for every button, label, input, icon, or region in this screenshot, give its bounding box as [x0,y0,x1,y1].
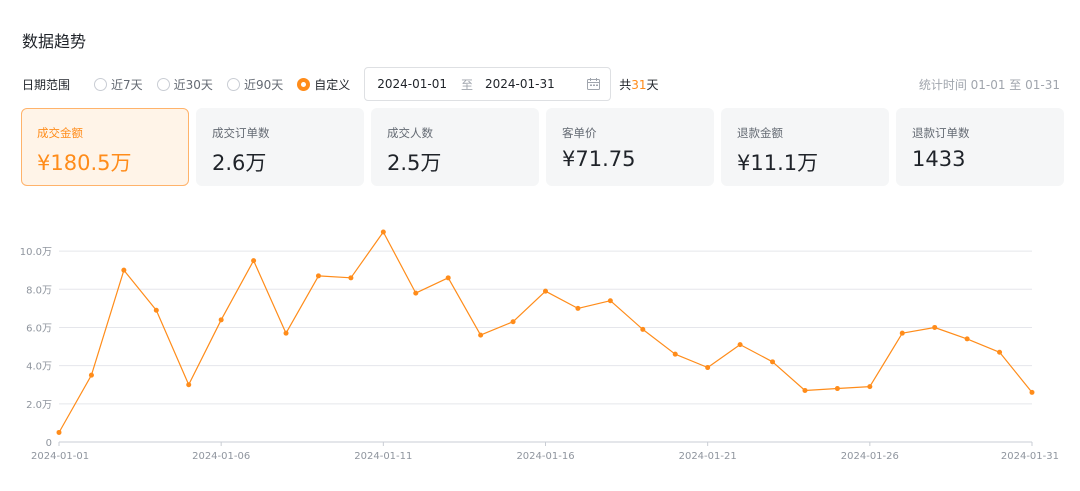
total-days: 共31天 [619,76,658,93]
date-range-label: 日期范围 [22,77,71,92]
metric-value: ¥180.5万 [37,151,132,175]
data-point [283,330,289,336]
data-point [315,273,321,279]
metric-value: 2.6万 [212,151,267,175]
x-tick-label: 2024-01-26 [841,451,899,462]
radio-last-90-days[interactable]: 近90天 [226,76,284,93]
total-suffix: 天 [646,77,659,92]
range-separator: 至 [460,77,473,92]
radio-label: 近90天 [243,77,284,92]
y-tick-label: 2.0万 [26,400,52,411]
data-point [251,258,257,264]
total-days-number: 31 [631,77,647,92]
data-point [186,382,192,388]
section-title: 数据趋势 [22,32,87,51]
start-date-input[interactable]: 2024-01-01 [377,77,447,91]
metric-card-avg-order-value[interactable]: 客单价 ¥71.75 [546,108,714,186]
series-line [58,231,1033,433]
data-point [932,324,938,330]
y-tick-label: 0 [46,438,52,449]
metric-label: 成交金额 [37,126,83,140]
y-tick-label: 8.0万 [26,285,52,296]
radio-circle-icon [226,77,240,91]
data-point [348,275,354,281]
data-point [88,372,94,378]
date-filter-row: 日期范围 近7天 近30天 近90天 自定义 2024-01-01 至 2024… [22,67,1060,101]
data-point [413,290,419,296]
radio-circle-icon [156,77,170,91]
metric-card-refund-orders[interactable]: 退款订单数 1433 [896,108,1064,186]
metric-value: ¥71.75 [562,147,636,171]
metric-cards: 成交金额 ¥180.5万 成交订单数 2.6万 成交人数 2.5万 客单价 ¥7… [21,108,1071,186]
data-point [121,267,127,273]
metric-value: 2.5万 [387,151,442,175]
x-tick-label: 2024-01-16 [516,451,574,462]
data-point [834,386,840,392]
data-point [445,275,451,281]
metric-value: ¥11.1万 [737,151,819,175]
end-date-input[interactable]: 2024-01-31 [485,77,555,91]
metric-value: 1433 [912,147,966,171]
data-point [899,330,905,336]
x-tick-label: 2024-01-01 [31,451,89,462]
x-tick-label: 2024-01-21 [679,451,737,462]
radio-last-30-days[interactable]: 近30天 [156,76,213,93]
metric-card-refund-amount[interactable]: 退款金额 ¥11.1万 [721,108,889,186]
radio-label: 近7天 [111,77,143,92]
data-point [607,298,613,304]
metric-label: 成交订单数 [212,126,270,140]
data-point [867,384,873,390]
data-point [672,351,678,357]
metric-label: 客单价 [562,126,597,140]
metric-label: 成交人数 [387,126,433,140]
data-point [56,429,62,435]
x-tick-label: 2024-01-11 [354,451,412,462]
data-point [575,305,581,311]
data-trend-panel: 数据趋势 日期范围 近7天 近30天 近90天 自定义 2024-01-01 至… [0,0,1080,491]
total-prefix: 共 [619,77,632,92]
data-point [510,319,516,325]
trend-line-chart: 0 2.0万 4.0万 6.0万 8.0万 10.0万 2024-01-01 2024-01-… [20,229,1059,462]
metric-card-orders[interactable]: 成交订单数 2.6万 [196,108,364,186]
data-point [153,307,159,313]
metric-label: 退款金额 [737,126,783,140]
radio-custom[interactable]: 自定义 [297,76,350,93]
radio-label: 自定义 [314,77,351,92]
date-range-picker[interactable]: 2024-01-01 至 2024-01-31 [364,67,612,101]
metric-label: 退款订单数 [912,126,970,140]
data-point [705,365,711,371]
data-point [770,359,776,365]
data-point [1029,389,1035,395]
y-tick-label: 10.0万 [20,247,52,258]
y-tick-label: 6.0万 [26,323,52,334]
data-point [640,326,646,332]
y-tick-label: 4.0万 [26,362,52,373]
radio-circle-icon [297,77,311,91]
radio-last-7-days[interactable]: 近7天 [94,76,143,93]
x-tick-label: 2024-01-06 [192,451,250,462]
data-point [802,387,808,393]
data-point [964,336,970,342]
calendar-icon [587,78,601,90]
data-point [380,229,386,235]
x-tick-label: 2024-01-31 [1001,451,1059,462]
radio-label: 近30天 [173,77,213,92]
metric-card-buyers[interactable]: 成交人数 2.5万 [371,108,539,186]
radio-circle-icon [94,77,108,91]
data-point [997,349,1003,355]
metric-card-gmv[interactable]: 成交金额 ¥180.5万 [21,108,189,186]
data-point [218,317,224,323]
data-point [478,332,484,338]
data-point [543,288,548,294]
data-point [737,342,743,348]
stat-time: 统计时间 01-01 至 01-31 [918,77,1060,92]
